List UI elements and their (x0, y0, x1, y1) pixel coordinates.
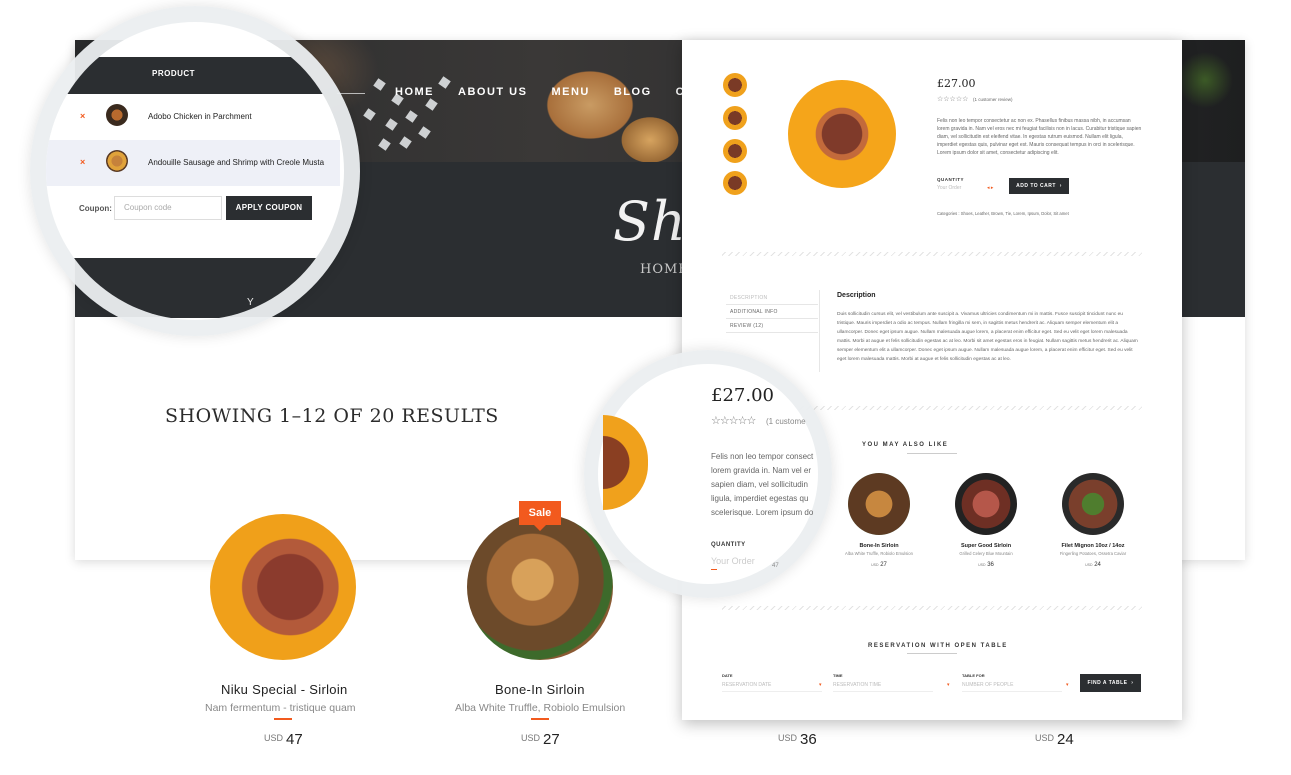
zoomed-quantity-label: QUANTITY (711, 542, 746, 548)
cart-item-thumb (106, 150, 128, 172)
cart-item-name[interactable]: Adobo Chicken in Parchment (148, 112, 252, 121)
cart-table-header: PRODUCT (46, 57, 340, 94)
main-nav: HOME ABOUT US MENU BLOG C (395, 86, 709, 98)
related-product-price: USD 27 (871, 562, 887, 568)
nav-home[interactable]: HOME (395, 86, 434, 98)
cart-header-product: PRODUCT (152, 69, 196, 78)
stage: HOME ABOUT US MENU BLOG C Sho HOME/S SHO… (0, 0, 1291, 775)
tab-review[interactable]: REVIEW (12) (726, 320, 818, 333)
tab-description[interactable]: DESCRIPTION (726, 292, 818, 305)
reservation-time-field[interactable]: RESERVATION TIME (833, 682, 933, 692)
nav-menu[interactable]: MENU (551, 86, 589, 98)
nav-about[interactable]: ABOUT US (458, 86, 527, 98)
quantity-stepper-icon[interactable]: ◂ ▸ (987, 185, 993, 191)
related-product-name[interactable]: Super Good Sirloin (936, 543, 1036, 549)
quantity-label: QUANTITY (937, 177, 964, 182)
you-may-also-like-title: YOU MAY ALSO LIKE (862, 442, 949, 448)
chevron-down-icon[interactable]: ▾ (947, 682, 950, 688)
rating-stars: ☆☆☆☆☆ (937, 96, 969, 103)
product-price: 24 (1057, 731, 1074, 748)
zoomed-description: Felis non leo tempor consect lorem gravi… (711, 452, 814, 517)
gallery-thumb[interactable] (723, 106, 747, 130)
reservation-people-field[interactable]: NUMBER OF PEOPLE (962, 682, 1062, 692)
related-product-image[interactable] (1062, 473, 1124, 535)
zoomed-review-count: (1 custome (766, 417, 806, 426)
magnifier-cart: PRODUCT × Adobo Chicken in Parchment × A… (46, 22, 344, 320)
related-product-name[interactable]: Bone-In Sirloin (829, 543, 929, 549)
reservation-title: RESERVATION WITH OPEN TABLE (868, 643, 1008, 649)
product-price: 27 (543, 731, 560, 748)
product-image-niku[interactable] (210, 514, 356, 660)
related-product-image[interactable] (955, 473, 1017, 535)
reservation-date-label: DATE (722, 673, 733, 678)
product-image-bone-in[interactable] (467, 514, 613, 660)
coupon-input[interactable]: Coupon code (114, 196, 222, 220)
product-name[interactable]: Bone-In Sirloin (495, 682, 585, 697)
product-price: £27.00 (937, 77, 976, 90)
product-price: 36 (800, 731, 817, 748)
chevron-down-icon[interactable]: ▾ (819, 682, 822, 688)
related-product-price: USD 24 (1085, 562, 1101, 568)
product-price: 47 (286, 731, 303, 748)
quantity-input[interactable]: Your Order (937, 185, 961, 191)
zoomed-partial-price: 47 (772, 563, 779, 569)
gallery-thumb[interactable] (723, 73, 747, 97)
cart-row: × Adobo Chicken in Parchment (46, 94, 340, 140)
description-body: Duis sollicitudin cursus elit, vel vesti… (837, 312, 1138, 362)
zoomed-price: £27.00 (711, 385, 774, 406)
review-count[interactable]: (1 customer review) (973, 96, 1013, 104)
reservation-time-label: TIME (833, 673, 843, 678)
cart-item-thumb (106, 104, 128, 126)
zoomed-stars: ☆☆☆☆☆ (711, 415, 756, 427)
short-description: Felis non leo tempor consectetur ac non … (937, 118, 1142, 156)
price-currency: USD (1035, 733, 1055, 743)
description-title: Description (837, 292, 876, 299)
related-product-sub: Fingerling Potatoes, Ossetra Caviar (1059, 551, 1127, 556)
reservation-date-field[interactable]: RESERVATION DATE (722, 682, 822, 692)
remove-item-icon[interactable]: × (80, 157, 85, 167)
nav-blog[interactable]: BLOG (614, 86, 652, 98)
gallery-thumb[interactable] (723, 139, 747, 163)
sale-badge: Sale (519, 501, 561, 531)
related-product-sub: Alba White Truffle, Robiolo Emulsion (845, 551, 913, 556)
related-product-name[interactable]: Filet Mignon 10oz / 14oz (1043, 543, 1143, 549)
related-product-sub: Grilled Celery Blue Mountain (959, 551, 1013, 556)
cart-item-name[interactable]: Andouille Sausage and Shrimp with Creole… (148, 158, 324, 167)
coupon-label: Coupon: (79, 204, 112, 213)
add-to-cart-button[interactable]: ADD TO CART › (1009, 178, 1069, 194)
remove-item-icon[interactable]: × (80, 111, 85, 121)
partial-text: Y (247, 297, 254, 308)
categories: Categories : Shoes, Leather, Brown, Tie,… (937, 211, 1069, 216)
cart-row: × Andouille Sausage and Shrimp with Creo… (46, 140, 340, 186)
price-currency: USD (778, 733, 798, 743)
product-subtitle: Nam fermentum - tristique quam (205, 702, 356, 714)
product-subtitle: Alba White Truffle, Robiolo Emulsion (455, 702, 626, 714)
chevron-down-icon[interactable]: ▾ (1066, 682, 1069, 688)
tab-additional-info[interactable]: ADDITIONAL INFO (726, 306, 818, 319)
find-table-button[interactable]: FIND A TABLE › (1080, 674, 1141, 692)
zoomed-quantity-input[interactable]: Your Order (711, 556, 755, 566)
reservation-people-label: TABLE FOR (962, 673, 985, 678)
related-product-price: USD 36 (978, 562, 994, 568)
price-currency: USD (264, 733, 284, 743)
results-count: SHOWING 1–12 OF 20 RESULTS (165, 405, 499, 427)
price-currency: USD (521, 733, 541, 743)
related-product-image[interactable] (848, 473, 910, 535)
product-name[interactable]: Niku Special - Sirloin (221, 682, 348, 697)
product-main-image[interactable] (788, 80, 896, 188)
gallery-thumb[interactable] (723, 171, 747, 195)
apply-coupon-button[interactable]: APPLY COUPON (226, 196, 312, 220)
